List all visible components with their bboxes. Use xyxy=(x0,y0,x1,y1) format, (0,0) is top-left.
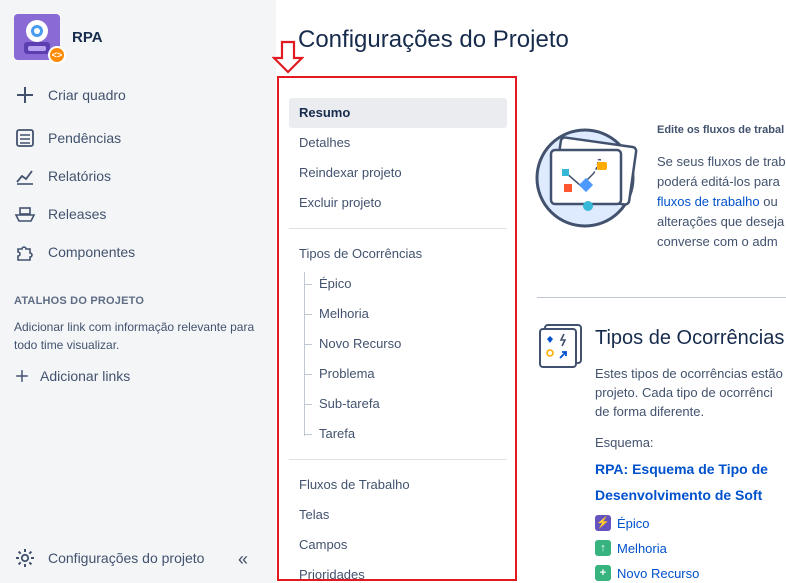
issue-types-text-line: projeto. Cada tipo de ocorrênci xyxy=(595,385,773,400)
reports-icon xyxy=(16,170,33,185)
settings-nav-subitem-tarefa[interactable]: Tarefa xyxy=(319,426,355,441)
tree-tick xyxy=(304,404,312,405)
tree-tick xyxy=(304,284,312,285)
issue-types-card-title: Tipos de Ocorrências xyxy=(595,327,785,349)
project-header[interactable]: <> RPA xyxy=(14,14,103,64)
add-links-button[interactable]: Adicionar links xyxy=(14,368,130,384)
sidebar-item-label: Componentes xyxy=(48,244,136,260)
workflows-card-title: Edite os fluxos de trabal xyxy=(657,124,785,136)
workflows-text-line: converse com o adm xyxy=(657,234,778,249)
shortcuts-title: ATALHOS DO PROJETO xyxy=(14,295,145,307)
scheme-link[interactable]: RPA: Esquema de Tipo de Desenvolvimento … xyxy=(595,456,786,508)
tree-tick xyxy=(304,314,312,315)
sidebar-item-label: Relatórios xyxy=(48,168,112,184)
settings-nav-subitem-novo-recurso[interactable]: Novo Recurso xyxy=(319,336,401,351)
project-avatar: <> xyxy=(14,14,66,64)
sidebar-item-releases[interactable]: Releases xyxy=(14,203,106,225)
epic-icon: ⚡ xyxy=(595,515,611,531)
settings-nav-subitem-problema[interactable]: Problema xyxy=(319,366,375,381)
settings-nav-subitem-melhoria[interactable]: Melhoria xyxy=(319,306,369,321)
settings-nav-item-prioridades[interactable]: Prioridades xyxy=(289,560,507,579)
scheme-link-line: Desenvolvimento de Soft xyxy=(595,487,763,503)
workflows-link[interactable]: fluxos de trabalho xyxy=(657,194,760,209)
settings-nav-subitem-sub-tarefa[interactable]: Sub-tarefa xyxy=(319,396,380,411)
settings-nav-item-telas[interactable]: Telas xyxy=(289,500,507,530)
tree-tick xyxy=(304,374,312,375)
sidebar-item-relatorios[interactable]: Relatórios xyxy=(14,165,111,187)
settings-nav-divider xyxy=(289,228,507,229)
settings-nav-item-fluxos[interactable]: Fluxos de Trabalho xyxy=(289,470,507,500)
shortcuts-description: Adicionar link com informação relevante … xyxy=(14,320,255,352)
sidebar-item-componentes[interactable]: Componentes xyxy=(14,241,135,263)
plus-icon xyxy=(16,370,28,382)
ship-icon xyxy=(14,207,36,222)
settings-nav-item-excluir[interactable]: Excluir projeto xyxy=(289,188,507,218)
sidebar-item-label: Criar quadro xyxy=(48,87,126,103)
settings-nav-item-tipos-ocorrencias[interactable]: Tipos de Ocorrências xyxy=(289,239,507,269)
tree-tick xyxy=(304,434,312,435)
workflows-text-line: Se seus fluxos de trab xyxy=(657,154,786,169)
sidebar-item-label: Pendências xyxy=(48,130,122,146)
settings-nav-item-resumo[interactable]: Resumo xyxy=(289,98,507,128)
down-arrow-icon xyxy=(272,40,304,74)
project-settings-link[interactable]: Configurações do projeto xyxy=(14,547,204,569)
tree-line xyxy=(304,272,305,436)
issue-type-epico[interactable]: ⚡ Épico xyxy=(595,515,650,531)
page-title: Configurações do Projeto xyxy=(298,26,569,53)
add-links-label: Adicionar links xyxy=(40,368,131,384)
issue-types-text-line: Estes tipos de ocorrências estão xyxy=(595,366,783,381)
issue-type-label: Épico xyxy=(617,515,650,531)
issue-types-card-text: Estes tipos de ocorrências estão projeto… xyxy=(595,364,786,421)
workflows-text-line: fluxos de trabalho ou xyxy=(657,192,786,212)
new-feature-icon: + xyxy=(595,565,611,581)
issue-type-melhoria[interactable]: ↑ Melhoria xyxy=(595,540,667,556)
collapse-sidebar-button[interactable]: « xyxy=(238,549,248,570)
software-badge-icon: <> xyxy=(48,46,66,64)
section-divider xyxy=(537,297,786,298)
sidebar-item-criar-quadro[interactable]: Criar quadro xyxy=(14,84,126,106)
tree-tick xyxy=(304,344,312,345)
settings-nav: Resumo Detalhes Reindexar projeto Exclui… xyxy=(277,76,517,581)
sidebar: <> RPA Criar quadro Pendências Relatório… xyxy=(0,0,276,583)
gear-icon xyxy=(16,549,34,567)
settings-nav-item-detalhes[interactable]: Detalhes xyxy=(289,128,507,158)
improvement-icon: ↑ xyxy=(595,540,611,556)
workflows-text-fragment: ou xyxy=(759,194,778,209)
settings-nav-item-campos[interactable]: Campos xyxy=(289,530,507,560)
issue-type-label: Novo Recurso xyxy=(617,565,700,581)
workflows-text-line: alterações que deseja xyxy=(657,214,785,229)
project-settings-label: Configurações do projeto xyxy=(48,550,205,566)
sidebar-item-label: Releases xyxy=(48,206,107,222)
issue-type-label: Melhoria xyxy=(617,540,667,556)
issue-type-novo-recurso[interactable]: + Novo Recurso xyxy=(595,565,699,581)
workflow-illustration-icon xyxy=(535,128,638,228)
workflows-card-text: Se seus fluxos de trab poderá editá-los … xyxy=(657,152,786,252)
settings-nav-item-reindexar[interactable]: Reindexar projeto xyxy=(289,158,507,188)
issue-types-illustration-icon xyxy=(539,324,582,368)
backlog-icon xyxy=(16,129,34,147)
plus-icon xyxy=(17,87,33,103)
issue-types-text-line: de forma diferente. xyxy=(595,404,705,419)
sidebar-item-pendencias[interactable]: Pendências xyxy=(14,127,121,149)
settings-nav-subitem-epico[interactable]: Épico xyxy=(319,276,352,291)
workflows-text-line: poderá editá-los para xyxy=(657,174,780,189)
scheme-label: Esquema: xyxy=(595,435,654,450)
scheme-link-line: RPA: Esquema de Tipo de xyxy=(595,461,768,477)
project-name: RPA xyxy=(72,28,103,46)
settings-nav-divider xyxy=(289,459,507,460)
puzzle-icon xyxy=(17,246,33,261)
